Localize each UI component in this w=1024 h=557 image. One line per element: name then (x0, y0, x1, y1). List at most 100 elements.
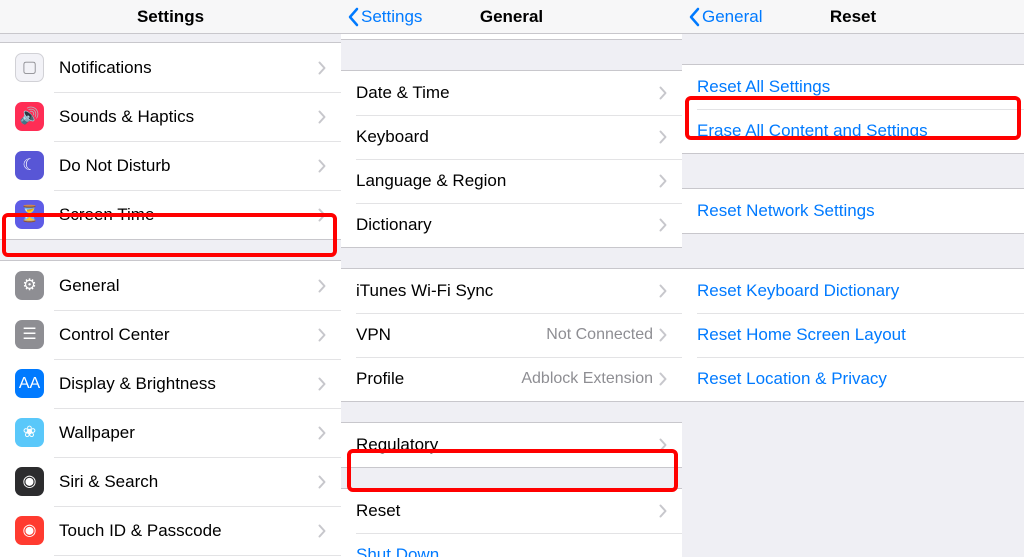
reset-group-c: Reset Keyboard Dictionary Reset Home Scre… (682, 268, 1024, 402)
row-screentime[interactable]: ⏳ Screen Time (0, 190, 341, 239)
icon-wrap: ☾ (15, 151, 44, 180)
chevron-right-icon (659, 86, 667, 100)
row-value: Not Connected (546, 326, 653, 344)
general-group-a: Date & Time Keyboard Language & Region Dict… (341, 70, 682, 248)
chevron-right-icon (318, 61, 326, 75)
navbar-title: Reset (830, 7, 876, 27)
row-reset-location[interactable]: Reset Location & Privacy (682, 357, 1024, 401)
icon-wrap: ⏳ (15, 200, 44, 229)
row-siri[interactable]: ◉ Siri & Search (0, 457, 341, 506)
pane-reset: General Reset Reset All Settings Erase Al… (682, 0, 1024, 557)
row-reset-network[interactable]: Reset Network Settings (682, 189, 1024, 233)
navbar-settings: Settings (0, 0, 341, 34)
row-shutdown[interactable]: Shut Down (341, 533, 682, 557)
icon-wrap: ❀ (15, 418, 44, 447)
row-label: Keyboard (356, 127, 659, 147)
row-dictionary[interactable]: Dictionary (341, 203, 682, 247)
chevron-right-icon (318, 377, 326, 391)
row-date-time[interactable]: Date & Time (341, 71, 682, 115)
navbar-title: Settings (137, 7, 204, 27)
general-scroll[interactable]: Date & Time Keyboard Language & Region Dict… (341, 34, 682, 557)
row-general[interactable]: ⚙ General (0, 261, 341, 310)
chevron-right-icon (659, 438, 667, 452)
row-dnd-icon: ☾ (22, 158, 36, 174)
row-wallpaper[interactable]: ❀Wallpaper (0, 408, 341, 457)
icon-wrap: 🔊 (15, 102, 44, 131)
row-language[interactable]: Language & Region (341, 159, 682, 203)
row-label: Regulatory (356, 435, 659, 455)
row-regulatory[interactable]: Regulatory (341, 423, 682, 467)
chevron-left-icon (688, 7, 700, 27)
row-label: Siri & Search (59, 472, 318, 492)
chevron-right-icon (318, 475, 326, 489)
row-label: General (59, 276, 318, 296)
row-label: Reset Keyboard Dictionary (697, 281, 1009, 301)
row-value: Adblock Extension (521, 370, 653, 388)
settings-scroll[interactable]: ▢Notifications 🔊 Sounds & Haptics ☾Do Not D… (0, 34, 341, 557)
row-label: Shut Down (356, 545, 667, 557)
row-label: Screen Time (59, 205, 318, 225)
row-reset-keyboard[interactable]: Reset Keyboard Dictionary (682, 269, 1024, 313)
row-sounds-icon: 🔊 (20, 109, 40, 125)
icon-wrap: ◉ (15, 516, 44, 545)
row-screentime-icon: ⏳ (20, 207, 40, 223)
navbar-title: General (480, 7, 543, 27)
row-label: Dictionary (356, 215, 659, 235)
row-label: iTunes Wi-Fi Sync (356, 281, 659, 301)
row-reset-home[interactable]: Reset Home Screen Layout (682, 313, 1024, 357)
chevron-right-icon (659, 174, 667, 188)
row-erase-all[interactable]: Erase All Content and Settings (682, 109, 1024, 153)
row-reset[interactable]: Reset (341, 489, 682, 533)
row-itunes-wifi[interactable]: iTunes Wi-Fi Sync (341, 269, 682, 313)
back-label: Settings (361, 7, 422, 27)
row-display[interactable]: AA Display & Brightness (0, 359, 341, 408)
general-group-b: iTunes Wi-Fi SyncVPNNot ConnectedProfile… (341, 268, 682, 402)
chevron-right-icon (659, 372, 667, 386)
row-label: Display & Brightness (59, 374, 318, 394)
row-dnd[interactable]: ☾Do Not Disturb (0, 141, 341, 190)
chevron-left-icon (347, 7, 359, 27)
chevron-right-icon (318, 524, 326, 538)
row-label: Reset All Settings (697, 77, 1009, 97)
row-label: Erase All Content and Settings (697, 121, 1009, 141)
row-siri-icon: ◉ (23, 474, 37, 490)
icon-wrap: ⚙ (15, 271, 44, 300)
chevron-right-icon (318, 208, 326, 222)
pane-settings: Settings ▢Notifications 🔊 Sounds & Haptics… (0, 0, 341, 557)
back-label: General (702, 7, 762, 27)
row-label: Reset Network Settings (697, 201, 1009, 221)
row-notifications[interactable]: ▢Notifications (0, 43, 341, 92)
row-keyboard[interactable]: Keyboard (341, 115, 682, 159)
row-label: Reset (356, 501, 659, 521)
row-sounds[interactable]: 🔊 Sounds & Haptics (0, 92, 341, 141)
chevron-right-icon (318, 110, 326, 124)
row-label: Profile (356, 369, 521, 389)
reset-group-a: Reset All Settings Erase All Content and … (682, 64, 1024, 154)
pane-general: Settings General Date & Time Keyboard Lang… (341, 0, 682, 557)
icon-wrap: ☰ (15, 320, 44, 349)
row-label: Sounds & Haptics (59, 107, 318, 127)
chevron-right-icon (318, 328, 326, 342)
chevron-right-icon (318, 279, 326, 293)
navbar-reset: General Reset (682, 0, 1024, 34)
reset-scroll[interactable]: Reset All Settings Erase All Content and … (682, 34, 1024, 557)
row-label: Reset Home Screen Layout (697, 325, 1009, 345)
back-to-settings[interactable]: Settings (347, 0, 422, 34)
back-to-general[interactable]: General (688, 0, 762, 34)
general-group-d: Reset Shut Down (341, 488, 682, 557)
settings-group-1: ▢Notifications 🔊 Sounds & Haptics ☾Do Not D… (0, 42, 341, 240)
row-vpn[interactable]: VPNNot Connected (341, 313, 682, 357)
chevron-right-icon (659, 130, 667, 144)
row-profile[interactable]: ProfileAdblock Extension (341, 357, 682, 401)
chevron-right-icon (659, 218, 667, 232)
row-general-icon: ⚙ (22, 278, 36, 294)
chevron-right-icon (659, 504, 667, 518)
navbar-general: Settings General (341, 0, 682, 34)
row-reset-all[interactable]: Reset All Settings (682, 65, 1024, 109)
row-label: VPN (356, 325, 546, 345)
row-control-center[interactable]: ☰Control Center (0, 310, 341, 359)
row-touchid[interactable]: ◉Touch ID & Passcode (0, 506, 341, 555)
row-display-icon: AA (19, 376, 40, 392)
row-notifications-icon: ▢ (22, 60, 37, 76)
icon-wrap: ◉ (15, 467, 44, 496)
